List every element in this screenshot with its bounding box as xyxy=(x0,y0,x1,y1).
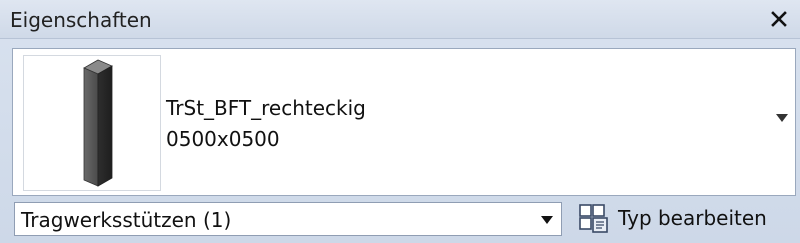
properties-palette: Eigenschaften TrSt_BFT_rechteckig 0500x0… xyxy=(0,0,800,243)
edit-type-button[interactable]: Typ bearbeiten xyxy=(574,200,794,238)
edit-type-label: Typ bearbeiten xyxy=(618,206,767,230)
instance-filter-value: Tragwerksstützen (1) xyxy=(21,208,232,232)
instance-filter-dropdown[interactable]: Tragwerksstützen (1) xyxy=(14,202,562,236)
palette-title-bar[interactable]: Eigenschaften xyxy=(0,0,800,39)
type-selector[interactable]: TrSt_BFT_rechteckig 0500x0500 xyxy=(12,48,796,196)
chevron-down-icon[interactable] xyxy=(775,113,789,123)
edit-type-icon xyxy=(579,204,608,233)
chevron-down-icon xyxy=(541,216,553,224)
type-family-name: TrSt_BFT_rechteckig xyxy=(166,96,366,120)
close-icon xyxy=(771,11,787,27)
type-name: 0500x0500 xyxy=(166,127,280,151)
column-preview-icon xyxy=(83,59,113,187)
close-button[interactable] xyxy=(766,6,792,32)
palette-title: Eigenschaften xyxy=(10,8,152,32)
type-preview xyxy=(23,55,161,191)
